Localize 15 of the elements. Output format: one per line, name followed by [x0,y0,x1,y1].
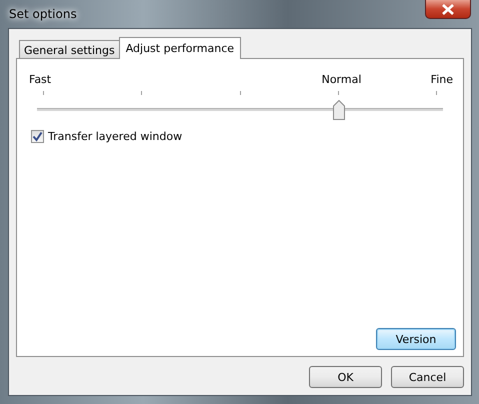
version-button[interactable]: Version [376,328,456,350]
tab[interactable]: General settings [19,40,120,59]
slider-thumb[interactable] [332,100,344,120]
checkmark-icon [32,131,43,142]
checkbox[interactable]: Transfer layered window [31,130,443,143]
slider-track[interactable] [37,91,443,122]
close-button[interactable] [425,0,471,19]
slider-label: Fine [430,73,453,86]
dialog-button[interactable]: Cancel [391,366,464,388]
window-title: Set options [8,6,77,21]
dialog-button[interactable]: OK [309,366,382,388]
tab[interactable]: Adjust performance [118,37,242,59]
close-icon [441,4,455,14]
slider-label: Fast [29,73,52,86]
slider-label: Normal [322,73,362,86]
